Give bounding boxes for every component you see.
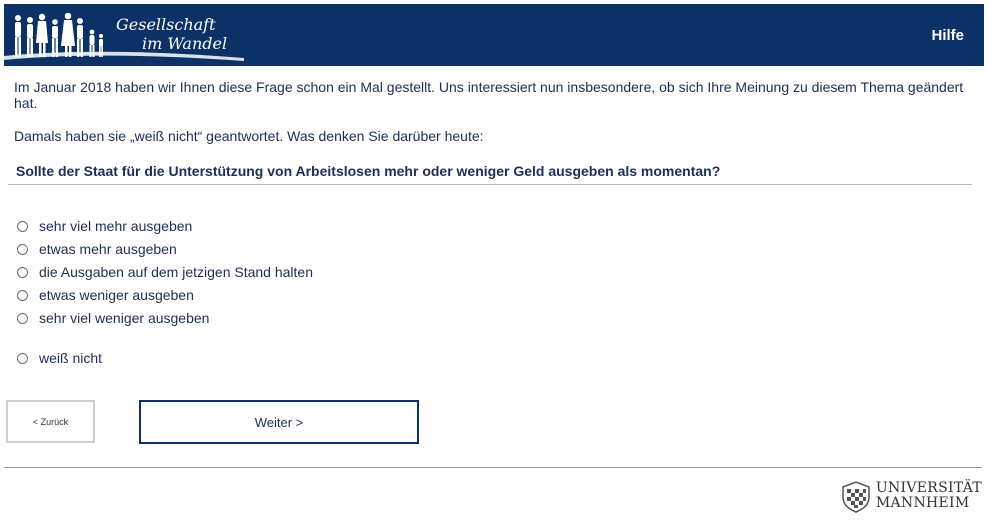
university-name-line1: UNIVERSITÄT xyxy=(875,480,982,496)
option-weiss-nicht[interactable]: weiß nicht xyxy=(17,349,102,367)
university-name-line2: MANNHEIM xyxy=(875,495,970,511)
radio-button[interactable] xyxy=(17,352,28,364)
option-label: etwas weniger ausgeben xyxy=(39,287,194,303)
project-logo: Gesellschaft im Wandel xyxy=(116,15,227,53)
logo-title-line2: im Wandel xyxy=(142,34,228,53)
option-label: etwas mehr ausgeben xyxy=(39,241,177,257)
footer-divider xyxy=(4,467,982,468)
option-label: die Ausgaben auf dem jetzigen Stand halt… xyxy=(39,264,313,280)
option-label: sehr viel weniger ausgeben xyxy=(39,310,210,326)
option-label: weiß nicht xyxy=(39,350,103,366)
university-crest-icon xyxy=(842,481,870,513)
university-logo: UNIVERSITÄT MANNHEIM xyxy=(839,479,982,513)
radio-button[interactable] xyxy=(17,266,28,278)
option-gleich-halten[interactable]: die Ausgaben auf dem jetzigen Stand halt… xyxy=(17,263,313,281)
question-divider xyxy=(8,184,972,185)
radio-button[interactable] xyxy=(17,289,28,301)
logo-title-line1: Gesellschaft xyxy=(116,15,216,34)
help-link[interactable]: Hilfe xyxy=(931,27,964,44)
radio-button[interactable] xyxy=(17,312,28,324)
option-etwas-mehr[interactable]: etwas mehr ausgeben xyxy=(17,240,177,258)
back-button[interactable]: < Zurück xyxy=(6,400,95,443)
intro-text: Im Januar 2018 haben wir Ihnen diese Fra… xyxy=(14,79,964,111)
question-text: Sollte der Staat für die Unterstützung v… xyxy=(16,163,721,179)
option-etwas-weniger[interactable]: etwas weniger ausgeben xyxy=(17,286,194,304)
previous-answer-text: Damals haben sie „weiß nicht“ geantworte… xyxy=(14,128,484,144)
header-bar: Gesellschaft im Wandel Hilfe xyxy=(4,4,984,66)
radio-button[interactable] xyxy=(17,243,28,255)
next-button[interactable]: Weiter > xyxy=(139,400,419,444)
option-sehr-viel-mehr[interactable]: sehr viel mehr ausgeben xyxy=(17,217,192,235)
option-label: sehr viel mehr ausgeben xyxy=(39,218,193,234)
radio-button[interactable] xyxy=(17,220,28,232)
option-sehr-viel-weniger[interactable]: sehr viel weniger ausgeben xyxy=(17,309,209,327)
